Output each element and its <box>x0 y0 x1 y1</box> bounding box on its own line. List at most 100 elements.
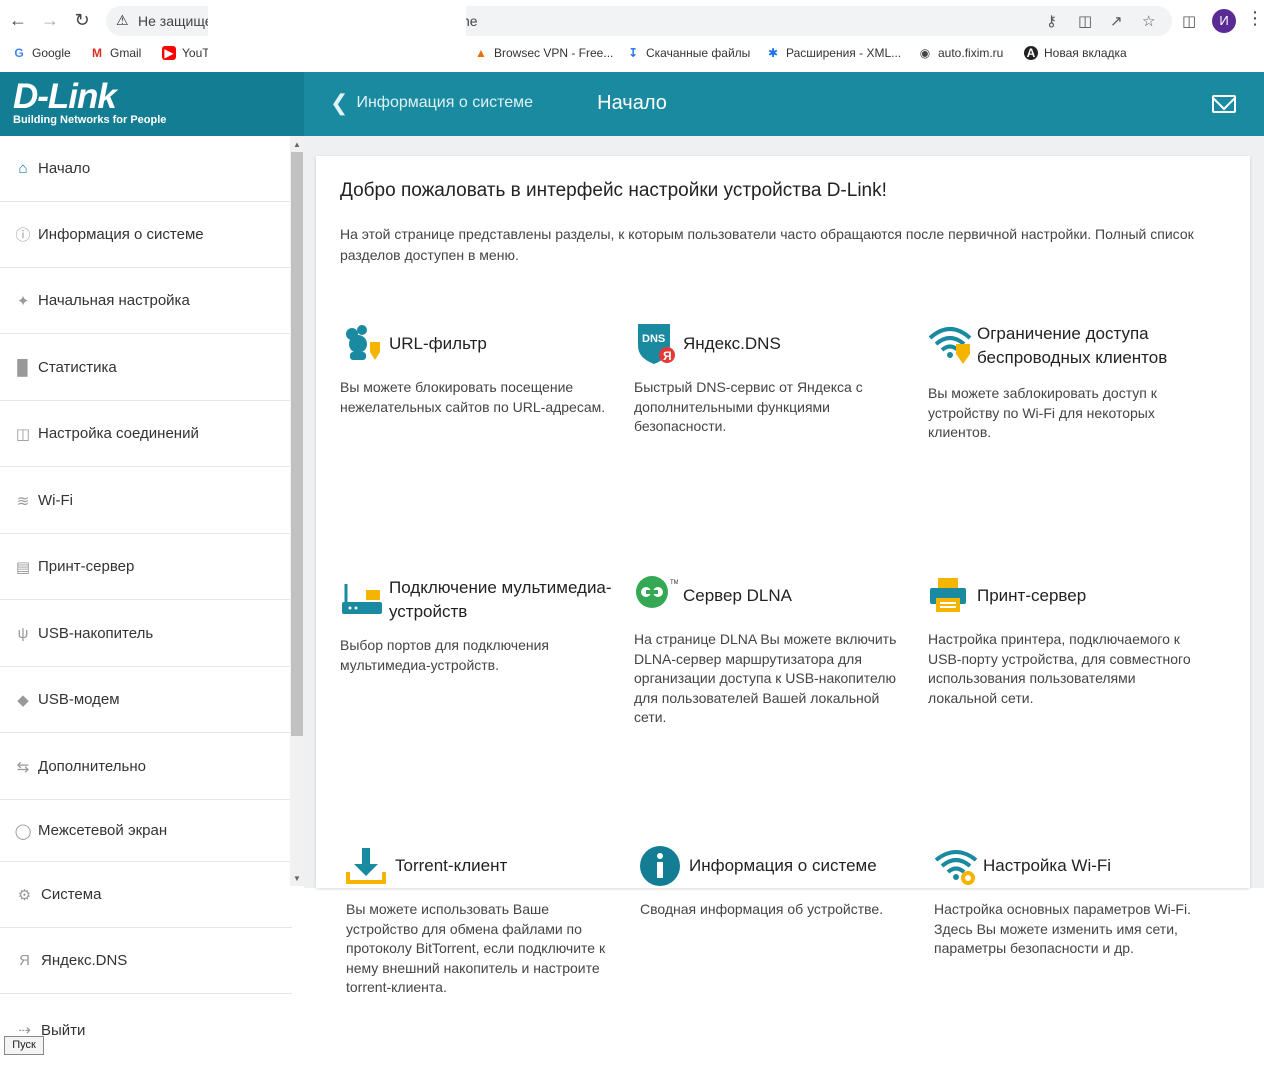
url-filter-icon <box>346 325 380 360</box>
wifi-icon: ≋ <box>16 492 30 510</box>
bookmarks-bar: G Google M Gmail ▶ YouT ▲ Browsec VPN - Free… <box>0 40 1264 66</box>
bookmark-youtube[interactable]: ▶ YouT <box>162 46 210 60</box>
gmail-icon: M <box>92 46 102 60</box>
welcome-heading: Добро пожаловать в интерфейс настройки у… <box>340 180 887 201</box>
yandex-icon: Я <box>19 952 30 969</box>
sidebar-menu: ⌂ Начало ⓘ Информация о системе ✦ Начальная… <box>0 136 304 1078</box>
wizard-icon: ✦ <box>16 292 30 310</box>
key-icon[interactable]: ⚷ <box>1046 12 1057 30</box>
browsec-icon: ▲ <box>475 46 487 60</box>
google-icon: G <box>14 46 24 60</box>
svg-text:DNS: DNS <box>642 333 665 345</box>
address-row: ← → ↻ ⚠ Не защище ne ⚷ ◫ ↗ ☆ ◫ И ⋮ <box>0 0 1264 40</box>
info-icon: ⓘ <box>15 227 31 244</box>
scroll-up-icon[interactable]: ▲ <box>290 138 304 152</box>
shield-icon: ◯ <box>14 822 32 840</box>
tile-description: Вы можете заблокировать доступ к устройс… <box>928 385 1157 440</box>
scroll-down-icon[interactable]: ▼ <box>290 872 304 886</box>
back-arrow-icon[interactable]: ← <box>6 8 30 32</box>
sidebar-item-firewall[interactable]: ◯ Межсетевой экран <box>0 800 290 862</box>
wifi-restrict-icon <box>928 327 972 364</box>
start-button[interactable]: Пуск <box>4 1036 44 1055</box>
wifi-settings-icon <box>934 850 978 885</box>
sidebar-item-statistics[interactable]: ▉ Статистика <box>0 335 290 401</box>
puzzle-icon: ✱ <box>767 46 779 60</box>
tile-description: Настройка основных параметров Wi-Fi. Зде… <box>934 901 1191 956</box>
bookmark-google[interactable]: G Google <box>12 46 70 60</box>
tile-title: Яндекс.DNS <box>683 334 781 353</box>
reload-icon[interactable]: ↻ <box>70 8 94 32</box>
youtube-icon: ▶ <box>162 46 176 60</box>
tile-description: На странице DLNA Вы можете включить DLNA… <box>634 631 897 725</box>
bookmark-downloads[interactable]: ↧ Скачанные файлы <box>626 46 750 60</box>
warning-icon: ⚠ <box>116 12 129 28</box>
scroll-thumb[interactable] <box>291 152 303 736</box>
bookmark-extensions[interactable]: ✱ Расширения - XML... <box>766 46 901 60</box>
system-info-icon <box>640 846 680 886</box>
chart-icon: ▉ <box>17 359 29 377</box>
page-title: Начало <box>597 92 667 114</box>
bookmark-gmail[interactable]: M Gmail <box>90 46 141 60</box>
usb-icon: ψ <box>17 625 29 642</box>
address-bar-overlay <box>208 0 466 64</box>
translate-icon[interactable]: ◫ <box>1078 12 1092 30</box>
tile-description: Выбор портов для подключения мультимедиа… <box>340 637 549 673</box>
tile-title: Torrent-клиент <box>395 856 508 875</box>
sidebar-item-wifi[interactable]: ≋ Wi-Fi <box>0 468 290 534</box>
tile-title: Принт-сервер <box>977 586 1087 605</box>
logo-tagline: Building Networks for People <box>13 114 167 126</box>
app-header: D-Link Building Networks for People ❮ Ин… <box>0 72 1264 136</box>
sidebar-scrollbar[interactable]: ▲ ▼ <box>290 136 304 886</box>
profile-avatar[interactable]: И <box>1212 9 1236 33</box>
modem-icon: ◆ <box>17 691 29 709</box>
side-panel-icon[interactable]: ◫ <box>1182 12 1196 30</box>
torrent-icon <box>346 848 386 884</box>
sidebar-item-print-server[interactable]: ▤ Принт-сервер <box>0 534 290 600</box>
arrows-icon: ⇆ <box>16 758 30 776</box>
sidebar-item-home[interactable]: ⌂ Начало <box>0 136 290 202</box>
tile-description: Настройка принтера, подключаемого к USB-… <box>928 631 1191 706</box>
browser-chrome: ← → ↻ ⚠ Не защище ne ⚷ ◫ ↗ ☆ ◫ И ⋮ G Goog… <box>0 0 1264 72</box>
sidebar-item-usb-storage[interactable]: ψ USB-накопитель <box>0 601 290 667</box>
forward-arrow-icon[interactable]: → <box>38 8 62 32</box>
share-icon[interactable]: ↗ <box>1110 12 1123 30</box>
download-icon: ↧ <box>627 46 639 60</box>
svg-text:TM: TM <box>670 580 678 586</box>
tile-description: Сводная информация об устройстве. <box>640 901 884 917</box>
tile-description: Быстрый DNS-сервис от Яндекса с дополнит… <box>634 379 863 434</box>
tile-title: Информация о системе <box>689 856 877 875</box>
menu-dots-icon[interactable]: ⋮ <box>1246 8 1264 29</box>
tile-title: Настройка Wi-Fi <box>983 856 1112 875</box>
new-tab-icon: A <box>1024 46 1038 60</box>
svg-text:Я: Я <box>663 349 672 363</box>
intro-text: На этой странице представлены разделы, к… <box>340 226 1194 263</box>
mail-icon[interactable] <box>1212 95 1236 113</box>
sidebar-item-system[interactable]: ⚙ Система <box>0 862 292 928</box>
globe-icon: ◉ <box>919 46 931 60</box>
gear-icon: ⚙ <box>17 886 32 904</box>
sidebar-item-advanced[interactable]: ⇆ Дополнительно <box>0 734 290 800</box>
bookmark-fixim[interactable]: ◉ auto.fixim.ru <box>918 46 1004 60</box>
printer-icon: ▤ <box>15 558 31 576</box>
sidebar-item-usb-modem[interactable]: ◆ USB-модем <box>0 667 290 733</box>
print-server-icon <box>930 578 966 612</box>
sidebar-item-system-info[interactable]: ⓘ Информация о системе <box>0 202 290 268</box>
sidebar-item-yandex-dns[interactable]: Я Яндекс.DNS <box>0 928 292 994</box>
dlna-icon: TM <box>636 576 678 608</box>
tile-title: Подключение мультимедиа-устройств <box>389 578 612 621</box>
multimedia-icon <box>342 584 382 614</box>
tile-description: Вы можете использовать Ваше устройство д… <box>346 901 606 995</box>
sidebar-item-initial-setup[interactable]: ✦ Начальная настройка <box>0 268 290 334</box>
tile-description: Вы можете блокировать посещение нежелате… <box>340 379 606 415</box>
bookmark-new-tab[interactable]: A Новая вкладка <box>1024 46 1127 60</box>
home-icon: ⌂ <box>18 160 28 177</box>
tile-title: Ограничение доступа беспроводных клиенто… <box>977 324 1168 367</box>
bookmark-browsec[interactable]: ▲ Browsec VPN - Free... <box>474 46 613 60</box>
tile-title: URL-фильтр <box>389 334 487 353</box>
tile-title: Сервер DLNA <box>683 586 793 605</box>
security-label: Не защище <box>138 13 213 29</box>
connections-icon: ◫ <box>15 425 31 443</box>
sidebar-item-connections[interactable]: ◫ Настройка соединений <box>0 401 290 467</box>
yandex-dns-icon: DNS Я <box>638 324 675 364</box>
star-icon[interactable]: ☆ <box>1142 12 1155 30</box>
